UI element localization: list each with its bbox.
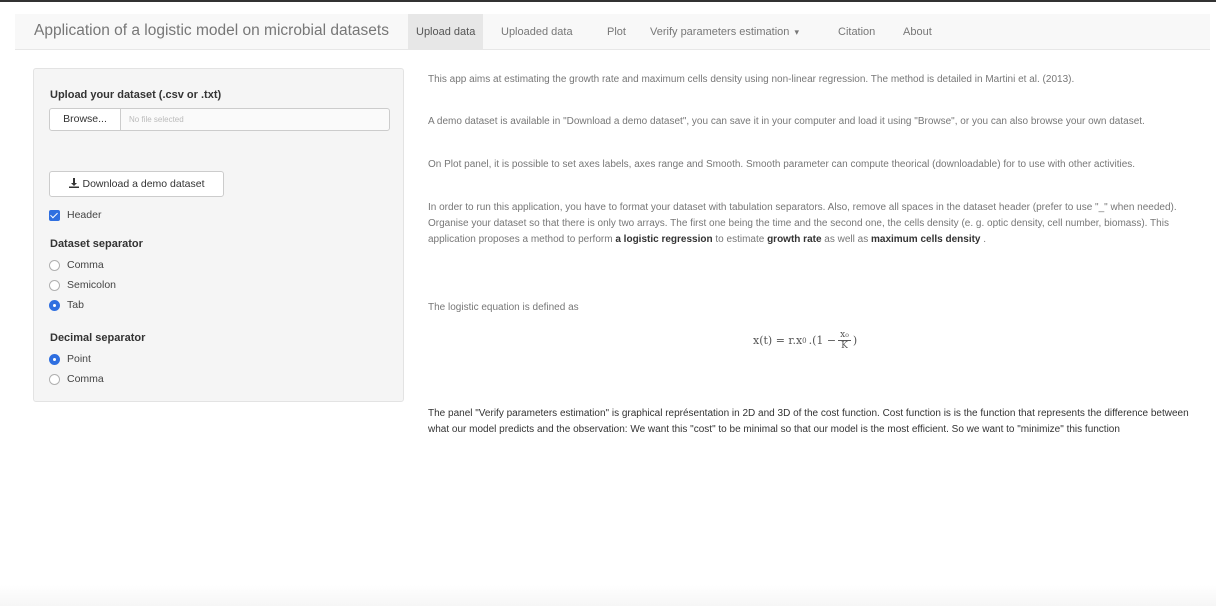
format-bold-1: a logistic regression (615, 234, 713, 245)
tab-uploaded-data[interactable]: Uploaded data (501, 14, 573, 50)
top-border (0, 0, 1216, 2)
radio-point[interactable] (49, 353, 60, 365)
intro-paragraph: This app aims at estimating the growth r… (428, 74, 1075, 85)
format-bold-2: growth rate (767, 234, 822, 245)
plot-paragraph: On Plot panel, it is possible to set axe… (428, 159, 1136, 170)
radio-comma-label: Comma (67, 259, 104, 271)
equation-fraction: x₀ K (838, 330, 851, 351)
tab-upload-data[interactable]: Upload data (408, 14, 484, 50)
equation-numerator: x₀ (838, 330, 851, 341)
radio-tab-row[interactable]: Tab (49, 297, 84, 313)
radio-semicolon-row[interactable]: Semicolon (49, 277, 116, 293)
file-name-field[interactable]: No file selected (120, 108, 390, 131)
cost-function-paragraph: The panel "Verify parameters estimation"… (428, 408, 1189, 435)
format-paragraph: In order to run this application, you ha… (428, 200, 1198, 248)
tab-verify-parameters[interactable]: Verify parameters estimation ▾ (650, 14, 799, 50)
format-bold-3: maximum cells density (871, 234, 981, 245)
download-demo-button[interactable]: Download a demo dataset (49, 171, 224, 197)
radio-comma[interactable] (49, 259, 60, 271)
radio-decimal-comma-label: Comma (67, 373, 104, 385)
demo-paragraph: A demo dataset is available in "Download… (428, 116, 1145, 127)
radio-comma-row[interactable]: Comma (49, 257, 104, 273)
format-text-2: to estimate (712, 234, 768, 245)
tab-verify-parameters-label: Verify parameters estimation (650, 26, 790, 38)
equation-end: ) (852, 334, 858, 347)
dataset-separator-label: Dataset separator (50, 238, 143, 250)
equation-denominator: K (841, 341, 848, 351)
app-title: Application of a logistic model on micro… (34, 22, 389, 39)
header-checkbox-row[interactable]: Header (49, 207, 101, 223)
format-text-4: . (980, 234, 987, 245)
upload-label: Upload your dataset (.csv or .txt) (50, 89, 222, 101)
header-checkbox[interactable] (49, 209, 60, 221)
format-text-3: as well as (821, 234, 871, 245)
radio-semicolon-label: Semicolon (67, 279, 117, 291)
radio-tab-label: Tab (67, 299, 84, 311)
download-demo-label: Download a demo dataset (82, 178, 205, 190)
radio-decimal-comma[interactable] (49, 373, 60, 385)
sidebar-panel: Upload your dataset (.csv or .txt) Brows… (33, 68, 404, 402)
logistic-equation: x(t) = r.x 0 .(1 − x₀ K ) (753, 330, 857, 351)
radio-point-row[interactable]: Point (49, 351, 91, 367)
navbar: Application of a logistic model on micro… (15, 14, 1210, 50)
radio-point-label: Point (67, 353, 91, 365)
browse-button[interactable]: Browse... (49, 108, 121, 131)
equation-intro: The logistic equation is defined as (428, 302, 579, 313)
tab-about[interactable]: About (903, 14, 932, 50)
caret-down-icon: ▾ (794, 27, 799, 37)
page-footer-area (0, 585, 1216, 606)
header-checkbox-label: Header (67, 209, 102, 221)
equation-subscript: 0 (802, 336, 807, 345)
radio-semicolon[interactable] (49, 279, 60, 291)
tab-citation[interactable]: Citation (838, 14, 875, 50)
download-icon (68, 178, 79, 188)
decimal-separator-label: Decimal separator (50, 332, 146, 344)
radio-decimal-comma-row[interactable]: Comma (49, 371, 104, 387)
equation-mid: .(1 − (808, 334, 837, 347)
equation-lhs: x(t) = r.x (753, 334, 803, 347)
radio-tab[interactable] (49, 299, 60, 311)
tab-plot[interactable]: Plot (607, 14, 626, 50)
